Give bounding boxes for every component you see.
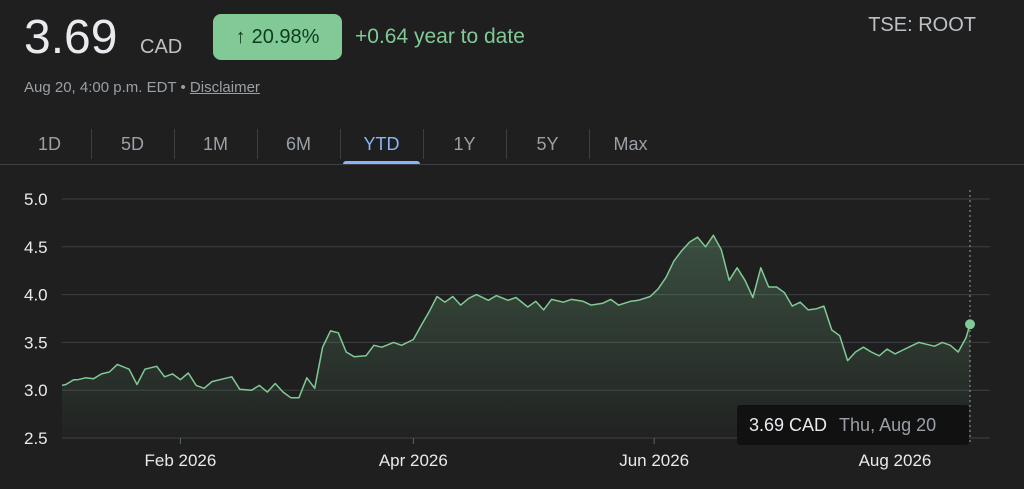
- tooltip-value: 3.69 CAD: [749, 414, 828, 435]
- x-tick-label: Feb 2026: [145, 451, 217, 470]
- y-tick-label: 4.5: [24, 238, 48, 257]
- x-tick-label: Aug 2026: [859, 451, 932, 470]
- y-tick-label: 3.5: [24, 333, 48, 352]
- y-tick-label: 3.0: [24, 381, 48, 400]
- tooltip-date: Thu, Aug 20: [839, 414, 937, 435]
- y-tick-label: 2.5: [24, 429, 48, 448]
- x-tick-label: Jun 2026: [619, 451, 689, 470]
- x-tick-label: Apr 2026: [379, 451, 448, 470]
- price-tooltip: 3.69 CAD Thu, Aug 20: [737, 405, 969, 445]
- y-tick-label: 4.0: [24, 286, 48, 305]
- hover-point-marker: [965, 319, 975, 330]
- y-tick-label: 5.0: [24, 190, 48, 209]
